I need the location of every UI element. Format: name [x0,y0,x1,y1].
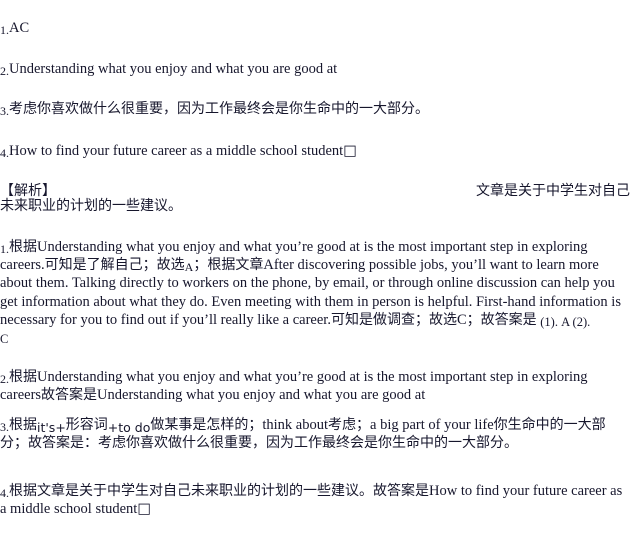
answer-index-3: 3. [0,103,9,118]
explanation-1-tail: (1). A (2). [540,314,591,329]
analysis-header-row: 【解析】 文章是关于中学生对自己 [0,180,630,200]
explanation-1-overflow-letter: C [0,332,9,346]
answer-text-4: How to find your future career as a midd… [9,143,344,159]
explanation-1-choice-2: C [456,311,467,328]
explanation-3-lead: 根据 [9,417,37,433]
explanation-2-quote-2: Understanding what you enjoy and what yo… [97,387,426,404]
explanation-4-lead: 根据文章是关于中学生对自己未来职业的计划的一些建议。故答案是 [9,483,429,499]
explanation-1-mid-4: ；故答案是 [466,311,537,328]
missing-glyph-box: □ [343,143,357,159]
analysis-header-continuation: 未来职业的计划的一些建议。 [0,198,630,215]
answer-text-3: 考虑你喜欢做什么很重要，因为工作最终会是你生命中的一大部分。 [9,101,429,117]
answer-item-1: 1.AC [0,20,630,37]
explanation-3-fragment-a: it's+ [37,419,66,435]
explanation-3-gloss-b: 考虑； [328,417,371,433]
explanation-item-4: 4.根据文章是关于中学生对自己未来职业的计划的一些建议。故答案是How to f… [0,482,630,518]
missing-glyph-box: □ [137,501,152,518]
answer-item-4: 4.How to find your future career as a mi… [0,143,630,160]
analysis-header-right-text: 文章是关于中学生对自己 [476,183,630,199]
explanation-1-mid-1: 可知是了解自己；故选 [44,257,185,274]
explanation-3-phrase-b: think about [262,417,329,433]
explanation-1-lead: 根据 [9,239,37,255]
explanation-item-3: 3.根据it's+形容词+to do做某事是怎样的；think about考虑；… [0,416,630,452]
explanation-3-gloss-a: 做某事是怎样的； [150,417,263,433]
explanation-2-lead: 根据 [9,369,37,385]
explanation-1-mid-3: 可知是做调查；故选 [330,311,457,328]
explanation-index-2: 2. [0,371,9,386]
explanation-1-mid-2: ；根据文章 [193,257,264,274]
answer-index-2: 2. [0,63,9,78]
explanation-item-2: 2.根据 Understanding what you enjoy and wha… [0,368,630,404]
analysis-label: 【解析】 [0,183,56,199]
explanation-index-1: 1. [0,241,9,256]
explanation-index-3: 3. [0,419,9,434]
explanation-1-choice-1: A [184,259,194,274]
answer-key-document: 1.AC 2.Understanding what you enjoy and … [0,0,630,536]
explanation-3-fragment-b: 形容词 [65,417,108,433]
answer-text-1: AC [9,20,30,36]
explanation-3-phrase-c: a big part of your life [370,417,494,433]
explanation-2-mid-1: 故答案是 [41,387,98,404]
explanation-index-4: 4. [0,485,9,500]
answer-item-2: 2.Understanding what you enjoy and what … [0,61,630,78]
explanation-item-1: 1.根据Understanding what you enjoy and wha… [0,238,630,329]
answer-text-2: Understanding what you enjoy and what yo… [9,61,338,77]
answer-index-4: 4. [0,145,9,160]
answer-index-1: 1. [0,22,9,37]
explanation-3-fragment-c: +to do [107,419,151,435]
explanation-1-tail-overflow: C [0,329,630,346]
answer-item-3: 3.考虑你喜欢做什么很重要，因为工作最终会是你生命中的一大部分。 [0,101,630,118]
analysis-continuation-text: 未来职业的计划的一些建议。 [0,198,182,214]
